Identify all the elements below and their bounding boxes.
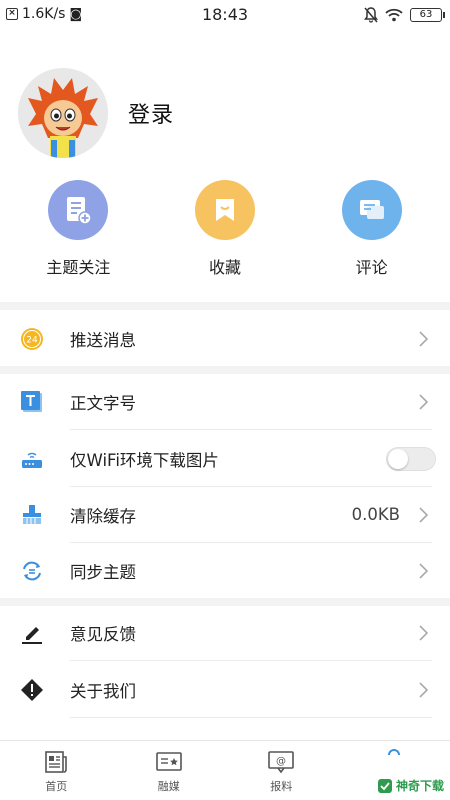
tab-media[interactable]: 融媒 (113, 741, 226, 800)
chevron-right-icon (419, 681, 429, 698)
media-icon (155, 752, 182, 771)
profile-header[interactable]: 登录 (18, 68, 174, 158)
clear-cache-row[interactable]: 清除缓存 0.0KB (0, 486, 450, 543)
chevron-right-icon (419, 562, 429, 579)
mute-bell-icon (364, 7, 378, 23)
about-label: 关于我们 (70, 681, 136, 701)
comments-label: 评论 (355, 258, 388, 277)
tab-report[interactable]: @ 报料 (225, 741, 338, 800)
feedback-label: 意见反馈 (70, 624, 136, 644)
bottom-tab-bar: 首页 融媒 @ 报料 神奇下载 (0, 740, 450, 800)
wifi-icon (385, 8, 403, 22)
clear-cache-label: 清除缓存 (70, 506, 136, 526)
font-size-row[interactable]: 正文字号 (0, 373, 450, 430)
bookmark-icon (194, 180, 255, 240)
chevron-right-icon (419, 506, 429, 523)
watermark-logo-icon (377, 778, 392, 793)
font-size-icon (20, 390, 44, 414)
login-link[interactable]: 登录 (128, 97, 174, 129)
favorites-label: 收藏 (208, 258, 241, 277)
font-size-label: 正文字号 (70, 393, 136, 413)
my-icon (387, 749, 400, 756)
quick-actions: 主题关注 收藏 评论 (0, 180, 450, 278)
push-messages-row[interactable]: 24 推送消息 (0, 310, 450, 367)
warning-diamond-icon (20, 678, 44, 702)
row-divider (70, 717, 432, 718)
tab-home[interactable]: 首页 (0, 741, 113, 800)
sync-theme-row[interactable]: 同步主题 (0, 542, 450, 599)
tab-media-label: 融媒 (157, 780, 180, 793)
avatar[interactable] (18, 68, 108, 158)
battery-indicator: 63 (410, 8, 445, 22)
cache-size-value: 0.0KB (351, 505, 400, 524)
topic-follow-icon (48, 180, 109, 240)
news-icon (45, 751, 68, 773)
toggle-knob (388, 448, 408, 469)
push-messages-label: 推送消息 (70, 330, 136, 350)
tab-report-label: 报料 (270, 780, 293, 793)
chevron-right-icon (419, 330, 429, 347)
feedback-row[interactable]: 意见反馈 (0, 604, 450, 661)
pencil-icon (20, 621, 44, 645)
tab-home-label: 首页 (45, 780, 68, 793)
sync-theme-label: 同步主题 (70, 562, 136, 582)
chevron-right-icon (419, 393, 429, 410)
wifi-images-toggle[interactable] (386, 446, 436, 471)
watermark: 神奇下载 (377, 777, 444, 794)
mascot-avatar-icon (18, 68, 108, 158)
favorites-button[interactable]: 收藏 (165, 180, 285, 278)
watermark-text: 神奇下载 (395, 779, 444, 793)
topic-follow-button[interactable]: 主题关注 (18, 180, 138, 278)
comment-icon (341, 180, 402, 240)
wifi-images-row: 仅WiFi环境下载图片 (0, 430, 450, 487)
status-bar: × 1.6K/s ◙ 18:43 63 (0, 0, 450, 30)
about-row[interactable]: 关于我们 (0, 661, 450, 718)
router-icon (20, 447, 44, 471)
svg-text:@: @ (276, 756, 286, 767)
report-icon: @ (268, 751, 295, 774)
sync-icon (20, 559, 44, 583)
topic-follow-label: 主题关注 (46, 258, 111, 277)
section-divider (0, 302, 450, 310)
push-badge-icon: 24 (20, 327, 44, 351)
chevron-right-icon (419, 624, 429, 641)
wifi-images-label: 仅WiFi环境下载图片 (70, 450, 219, 470)
svg-text:24: 24 (26, 335, 38, 345)
comments-button[interactable]: 评论 (312, 180, 432, 278)
broom-icon (20, 503, 44, 527)
status-right: 63 (364, 7, 445, 23)
